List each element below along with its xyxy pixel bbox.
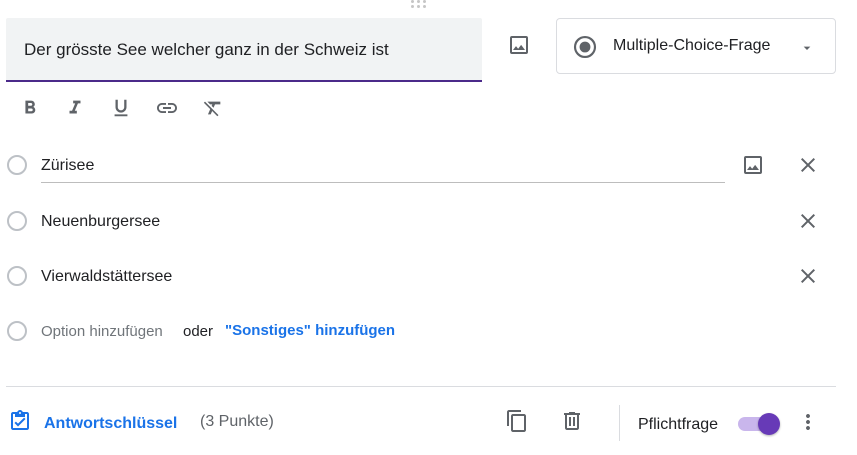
option-input-underline xyxy=(41,182,725,183)
option-label-3[interactable]: Vierwaldstättersee xyxy=(41,268,172,286)
assignment-check-icon xyxy=(8,409,32,438)
remove-option-3-icon[interactable] xyxy=(794,262,822,290)
question-type-dropdown[interactable]: Multiple-Choice-Frage xyxy=(556,18,836,74)
option-radio-3 xyxy=(7,266,27,286)
bold-icon[interactable] xyxy=(16,95,44,121)
underline-icon[interactable] xyxy=(107,95,135,121)
toggle-thumb xyxy=(758,413,780,435)
delete-icon[interactable] xyxy=(558,407,586,435)
question-title-text[interactable]: Der grösste See welcher ganz in der Schw… xyxy=(24,40,389,60)
footer-divider xyxy=(6,386,836,387)
drag-handle-icon[interactable] xyxy=(411,0,431,8)
footer-vertical-divider xyxy=(619,405,620,441)
more-options-icon[interactable] xyxy=(794,408,822,436)
remove-option-2-icon[interactable] xyxy=(794,207,822,235)
add-other-link[interactable]: "Sonstiges" hinzufügen xyxy=(225,322,395,339)
italic-icon[interactable] xyxy=(61,95,89,121)
link-icon[interactable] xyxy=(153,95,181,121)
question-image-icon[interactable] xyxy=(505,31,533,59)
answer-key-button[interactable]: Antwortschlüssel xyxy=(8,409,177,438)
required-toggle[interactable] xyxy=(738,412,782,436)
radio-button-icon xyxy=(572,34,598,65)
question-type-label: Multiple-Choice-Frage xyxy=(613,37,771,54)
option-radio-2 xyxy=(7,211,27,231)
clear-formatting-icon[interactable] xyxy=(199,95,227,121)
answer-key-label: Antwortschlüssel xyxy=(44,414,178,432)
remove-option-1-icon[interactable] xyxy=(794,151,822,179)
option-label-2[interactable]: Neuenburgersee xyxy=(41,213,160,231)
option-label-1[interactable]: Zürisee xyxy=(41,157,94,175)
chevron-down-icon xyxy=(799,40,815,61)
option-radio-1 xyxy=(7,155,27,175)
option-image-icon[interactable] xyxy=(739,151,767,179)
or-text: oder xyxy=(183,323,214,340)
add-option-input[interactable]: Option hinzufügen xyxy=(41,323,163,340)
points-label: (3 Punkte) xyxy=(200,413,274,430)
add-option-radio xyxy=(7,321,27,341)
required-label: Pflichtfrage xyxy=(638,416,719,433)
duplicate-icon[interactable] xyxy=(503,407,531,435)
